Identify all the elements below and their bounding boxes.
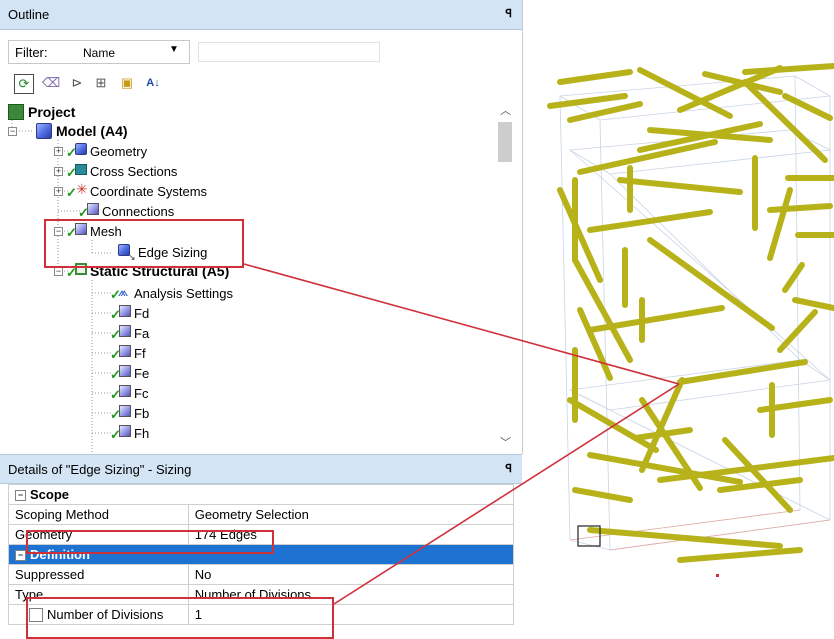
outline-title: Outline — [8, 7, 50, 22]
model-icon — [36, 123, 52, 139]
connections-icon: ✓ — [78, 203, 99, 220]
tree-item-force[interactable]: ✓ Fc — [110, 383, 149, 403]
tree-item-label: Fa — [134, 325, 150, 341]
collapse-icon[interactable]: − — [8, 127, 17, 136]
expand-icon[interactable]: + — [54, 147, 63, 156]
expand-all-icon[interactable]: ⊞ — [92, 74, 110, 92]
details-panel: Details of "Edge Sizing" - Sizing ꟼ − Sco… — [0, 454, 522, 639]
outline-titlebar: Outline ꟼ — [0, 0, 522, 30]
chevron-down-icon: ▼ — [169, 44, 179, 55]
property-value[interactable]: Geometry Selection — [187, 504, 515, 525]
folder-icon[interactable]: ▣ — [118, 74, 136, 92]
eraser-icon[interactable]: ⌫ — [42, 74, 60, 92]
geometry-icon: ✓ — [66, 143, 87, 160]
filter-label: Filter: — [15, 45, 48, 60]
section-label: Scope — [30, 487, 70, 502]
outline-panel: Outline ꟼ Filter: Name ▼ ⟳ ⌫ ⊳ ⊞ ▣ A↓ Pr… — [0, 0, 523, 454]
analysis-settings-icon: ✓ ⩕ — [110, 284, 129, 302]
collapse-icon[interactable]: − — [54, 267, 63, 276]
coordinate-systems-icon: ✓ ✳ — [66, 181, 88, 200]
pin-icon[interactable]: ꟼ — [505, 7, 512, 20]
tree-item-connections[interactable]: ✓ Connections — [78, 201, 175, 221]
cross-sections-icon: ✓ — [66, 163, 87, 180]
force-icon: ✓ — [110, 385, 131, 402]
tree-item-label: Cross Sections — [90, 163, 178, 179]
tree-item-label: Fb — [134, 405, 150, 421]
tree-item-label: Connections — [102, 203, 175, 219]
chevron-down-icon[interactable]: ﹀ — [500, 434, 511, 450]
outline-scrollbar[interactable]: ︿ ﹀ — [496, 100, 516, 452]
details-titlebar: Details of "Edge Sizing" - Sizing ꟼ — [0, 454, 522, 484]
tree-item-geometry[interactable]: ✓ Geometry — [66, 141, 148, 161]
force-icon: ✓ — [110, 405, 131, 422]
mesh-highlight-box — [44, 219, 244, 268]
filter-value: Name — [83, 46, 116, 60]
row-scoping-method[interactable]: Scoping Method Geometry Selection — [8, 504, 515, 525]
tree-item-label: Fc — [134, 385, 149, 401]
sort-az-icon[interactable]: A↓ — [144, 74, 162, 92]
node-icon[interactable]: ⊳ — [68, 74, 86, 92]
property-label: Suppressed — [8, 564, 189, 585]
collapse-icon[interactable]: − — [15, 550, 26, 562]
beam-members — [547, 63, 834, 563]
force-icon: ✓ — [110, 305, 131, 322]
tree-item-label: Project — [28, 104, 76, 120]
tree-item-force[interactable]: ✓ Fa — [110, 323, 150, 343]
section-scope[interactable]: − Scope — [8, 484, 514, 505]
geometry-viewport[interactable] — [530, 60, 834, 639]
force-icon: ✓ — [110, 425, 131, 442]
tree-item-force[interactable]: ✓ Fe — [110, 363, 150, 383]
scroll-thumb[interactable] — [498, 122, 512, 162]
tree-item-label: Fe — [134, 365, 150, 381]
property-label: Scoping Method — [8, 504, 189, 525]
filter-dropdown[interactable]: Filter: Name ▼ — [8, 40, 190, 64]
chevron-up-icon[interactable]: ︿ — [500, 102, 511, 118]
pin-icon[interactable]: ꟼ — [505, 462, 512, 475]
tree-item-force[interactable]: ✓ Fd — [110, 303, 150, 323]
tree-item-model[interactable]: Model (A4) — [36, 121, 128, 141]
property-value[interactable]: No — [187, 564, 515, 585]
force-icon: ✓ — [110, 365, 131, 382]
filter-text-input[interactable] — [198, 42, 380, 62]
expand-icon[interactable]: + — [54, 187, 63, 196]
tree-item-label: Model (A4) — [56, 123, 128, 139]
refresh-icon[interactable]: ⟳ — [14, 74, 34, 94]
origin-marker — [716, 574, 719, 577]
tree-item-cross-sections[interactable]: ✓ Cross Sections — [66, 161, 178, 181]
tree-item-label: Analysis Settings — [134, 285, 233, 301]
outline-tree: Project − Model (A4) + ✓ Geometry + ✓ Cr… — [8, 100, 518, 452]
tree-item-coordinate-systems[interactable]: ✓ ✳ Coordinate Systems — [66, 181, 208, 201]
project-icon — [8, 104, 24, 120]
tree-item-analysis-settings[interactable]: ✓ ⩕ Analysis Settings — [110, 283, 233, 303]
geometry-highlight-box — [26, 530, 274, 554]
row-suppressed[interactable]: Suppressed No — [8, 564, 515, 585]
tree-item-label: Fh — [134, 425, 150, 441]
force-icon: ✓ — [110, 345, 131, 362]
tree-item-label: Geometry — [90, 143, 148, 159]
tree-item-project[interactable]: Project — [8, 102, 75, 122]
force-icon: ✓ — [110, 325, 131, 342]
expand-icon[interactable]: + — [54, 167, 63, 176]
tree-item-label: Coordinate Systems — [90, 183, 208, 199]
tree-item-label: Ff — [134, 345, 146, 361]
tree-item-label: Fd — [134, 305, 150, 321]
tree-item-force[interactable]: ✓ Ff — [110, 343, 146, 363]
type-highlight-box — [26, 597, 334, 639]
tree-item-force[interactable]: ✓ Fb — [110, 403, 150, 423]
tree-item-force[interactable]: ✓ Fh — [110, 423, 150, 443]
collapse-icon[interactable]: − — [15, 490, 26, 502]
details-title: Details of "Edge Sizing" - Sizing — [8, 462, 192, 477]
